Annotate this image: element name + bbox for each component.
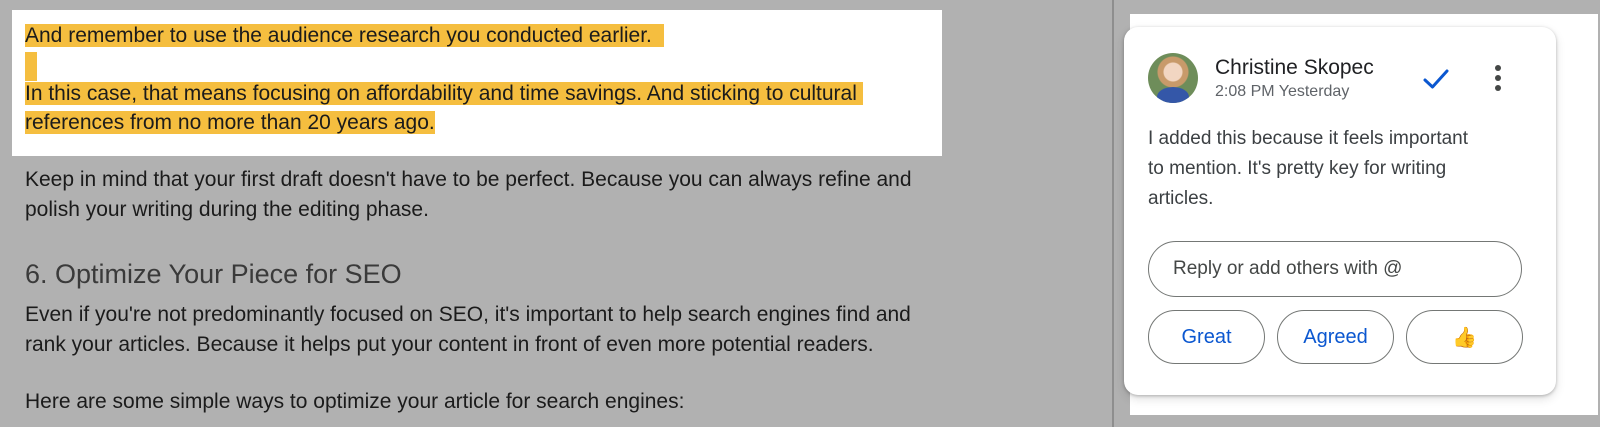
paragraph-line: polish your writing during the editing p… bbox=[25, 198, 429, 221]
avatar bbox=[1148, 53, 1198, 103]
section-heading: 6. Optimize Your Piece for SEO bbox=[25, 259, 402, 289]
paragraph-line: Keep in mind that your first draft doesn… bbox=[25, 168, 912, 191]
highlight-line: references from no more than 20 years ag… bbox=[25, 111, 435, 134]
comment-card[interactable]: Christine Skopec 2:08 PM Yesterday I add… bbox=[1124, 27, 1556, 395]
highlighted-passage[interactable]: And remember to use the audience researc… bbox=[12, 10, 942, 156]
comment-body: I added this because it feels important … bbox=[1148, 128, 1469, 209]
document-area: And remember to use the audience researc… bbox=[0, 0, 1112, 427]
paragraph-line: Even if you're not predominantly focused… bbox=[25, 303, 911, 326]
quick-reply-great[interactable]: Great bbox=[1148, 310, 1265, 364]
highlight-line: In this case, that means focusing on aff… bbox=[25, 79, 863, 108]
comment-timestamp: 2:08 PM Yesterday bbox=[1215, 83, 1350, 100]
more-vert-icon[interactable] bbox=[1484, 61, 1512, 95]
highlight-line: And remember to use the audience researc… bbox=[25, 21, 664, 50]
highlight-blank-line bbox=[25, 52, 37, 81]
quick-reply-thumbs-up[interactable]: 👍 bbox=[1406, 310, 1523, 364]
body-paragraph: Here are some simple ways to optimize yo… bbox=[25, 390, 685, 413]
paragraph-line: rank your articles. Because it helps put… bbox=[25, 333, 874, 356]
author-name: Christine Skopec bbox=[1215, 56, 1374, 79]
quick-reply-agreed[interactable]: Agreed bbox=[1277, 310, 1394, 364]
reply-input[interactable] bbox=[1148, 241, 1522, 297]
body-paragraph: Even if you're not predominantly focused… bbox=[25, 300, 1015, 360]
checkmark-icon[interactable] bbox=[1420, 63, 1452, 95]
body-paragraph: Keep in mind that your first draft doesn… bbox=[25, 165, 1015, 225]
